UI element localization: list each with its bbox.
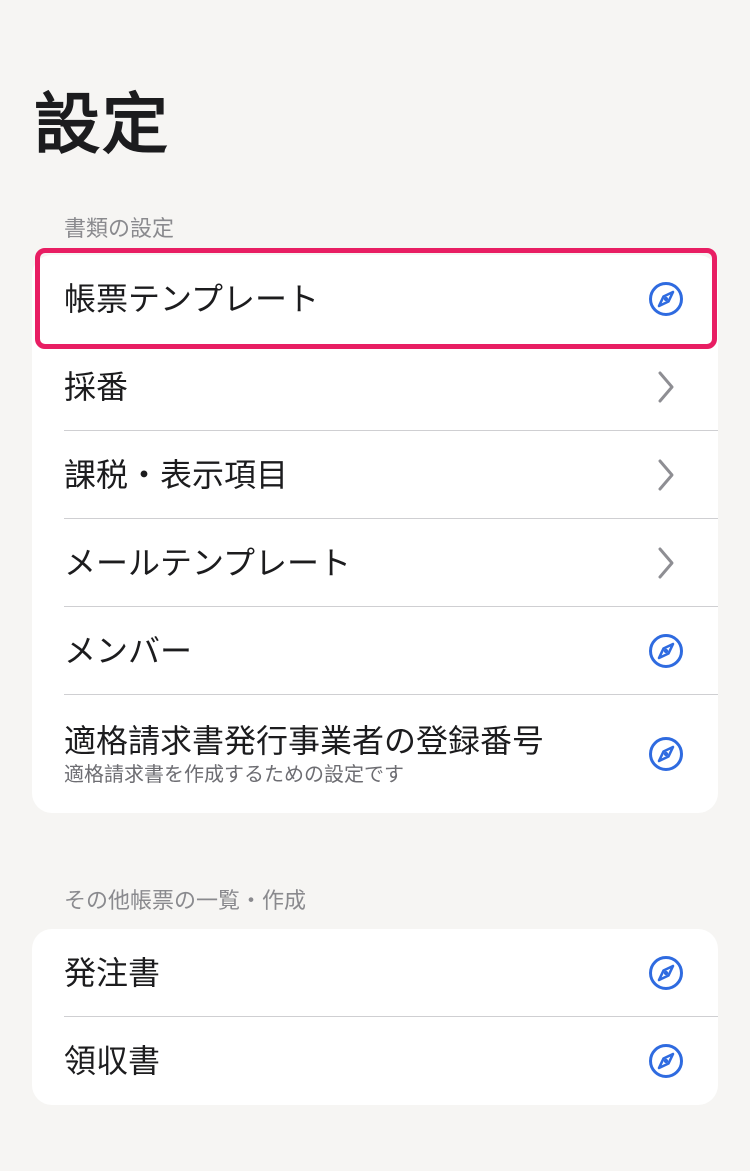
section-header-other-forms: その他帳票の一覧・作成 bbox=[64, 889, 307, 914]
compass-icon bbox=[646, 631, 686, 671]
compass-icon bbox=[646, 279, 686, 319]
chevron-right-icon bbox=[646, 367, 686, 407]
settings-item-label: 領収書 bbox=[64, 1042, 161, 1080]
compass-icon bbox=[646, 1041, 686, 1081]
settings-card-documents: 帳票テンプレート 採番 課税・表示項目 メールテンプレート メンバー 適格請求書… bbox=[32, 255, 718, 813]
section-header-document-settings: 書類の設定 bbox=[64, 217, 175, 242]
settings-item-label: メンバー bbox=[64, 632, 193, 670]
compass-icon bbox=[646, 953, 686, 993]
settings-item-invoice-registration-number[interactable]: 適格請求書発行事業者の登録番号 適格請求書を作成するための設定です bbox=[32, 695, 718, 813]
page-title: 設定 bbox=[34, 86, 170, 163]
settings-item-form-template[interactable]: 帳票テンプレート bbox=[32, 255, 718, 343]
settings-item-sublabel: 適格請求書を作成するための設定です bbox=[64, 762, 404, 786]
settings-card-other-forms: 発注書 領収書 bbox=[32, 929, 718, 1105]
chevron-right-icon bbox=[646, 455, 686, 495]
settings-item-label: 課税・表示項目 bbox=[64, 456, 289, 494]
settings-item-label: 採番 bbox=[64, 368, 129, 406]
settings-item-numbering[interactable]: 採番 bbox=[32, 343, 718, 431]
settings-item-label: 発注書 bbox=[64, 954, 161, 992]
settings-item-tax-display[interactable]: 課税・表示項目 bbox=[32, 431, 718, 519]
settings-item-mail-template[interactable]: メールテンプレート bbox=[32, 519, 718, 607]
settings-item-purchase-order[interactable]: 発注書 bbox=[32, 929, 718, 1017]
compass-icon bbox=[646, 734, 686, 774]
settings-item-label: 帳票テンプレート bbox=[64, 280, 320, 318]
settings-item-members[interactable]: メンバー bbox=[32, 607, 718, 695]
settings-item-label: 適格請求書発行事業者の登録番号 bbox=[64, 722, 545, 760]
settings-item-label: メールテンプレート bbox=[64, 544, 352, 582]
settings-item-receipt[interactable]: 領収書 bbox=[32, 1017, 718, 1105]
chevron-right-icon bbox=[646, 543, 686, 583]
